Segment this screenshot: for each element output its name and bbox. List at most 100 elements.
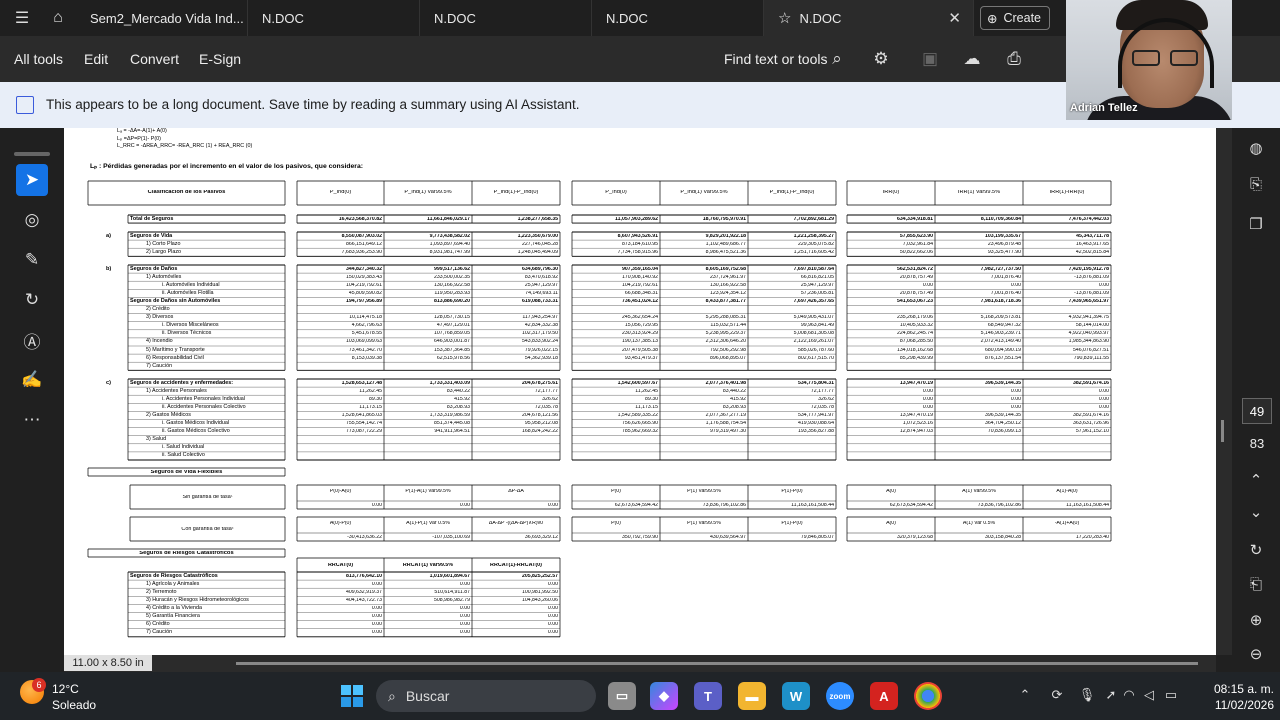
file-explorer-icon[interactable]: ▬ — [738, 682, 766, 710]
windows-start-icon[interactable] — [338, 682, 366, 710]
row-value: 119,950,283.93 — [434, 290, 470, 296]
con-garantia-header: P(1)-P(0) — [781, 521, 803, 526]
row-value: 42,834,332.38 — [524, 323, 558, 329]
row-value: 382,591,674.16 — [1072, 380, 1109, 386]
tab-document-active[interactable]: ☆ N.DOC ✕ — [764, 0, 974, 36]
pages-icon[interactable]: ❐ — [1244, 212, 1268, 236]
column-header: IRR(1) Var99.5% — [957, 190, 1001, 195]
cat-row-label: 3) Huracán y Riesgos Hidrometeorológicos — [146, 596, 249, 603]
row-value: 0.00 — [922, 282, 933, 288]
star-icon[interactable]: ☆ — [778, 9, 791, 27]
bookmark-icon[interactable]: ⎘ — [1244, 172, 1268, 196]
more-tools-icon[interactable]: ⋯ — [16, 404, 48, 436]
row-value: 245,362,654.24 — [621, 315, 658, 321]
search-icon[interactable]: ⌕ — [826, 48, 848, 70]
hamburger-menu-icon[interactable]: ☰ — [12, 8, 32, 28]
rail-handle[interactable] — [14, 152, 50, 156]
zoom-out-icon[interactable]: ⊖ — [1244, 642, 1268, 666]
wifi-icon[interactable]: ◠ — [1120, 686, 1138, 704]
task-view-icon[interactable]: ▭ — [608, 682, 636, 710]
horizontal-scroll-thumb[interactable] — [236, 662, 1198, 665]
sin-garantia-value: 0.00 — [371, 502, 382, 508]
print-icon[interactable]: ⎙ — [1003, 48, 1025, 70]
save-copy-icon[interactable]: ⎗ — [1244, 572, 1268, 596]
row-value: 10,405,933.32 — [899, 323, 933, 329]
sin-garantia-header: ΔP-ΔA — [508, 489, 524, 494]
sync-icon[interactable]: ⟳ — [1048, 686, 1066, 704]
tab-label: N.DOC — [262, 10, 304, 26]
chrome-icon[interactable] — [914, 682, 942, 710]
battery-icon[interactable]: ▭ — [1162, 686, 1180, 704]
highlight-pen-icon[interactable]: ✎ — [16, 244, 48, 276]
edit-menu[interactable]: Edit — [84, 51, 108, 67]
select-cursor-icon[interactable]: ➤ — [16, 164, 48, 196]
tab-document[interactable]: N.DOC — [420, 0, 592, 36]
document-content: Lₐ = -ΔA=-A(1)+ A(0) Lₚ =ΔP=P(1)- P(0) L_R… — [64, 128, 1216, 655]
show-hidden-icons-icon[interactable]: ⌃ — [1016, 686, 1034, 704]
cat-row-value: 508,986,982.79 — [433, 597, 470, 603]
tab-document[interactable]: Sem2_Mercado Vida Ind... — [76, 0, 248, 36]
row-value: 104,219,792.61 — [345, 282, 382, 288]
microphone-icon[interactable]: 🎙 — [1078, 686, 1096, 704]
con-garantia-header: A(0) — [886, 521, 896, 526]
con-garantia-value: 350,792,759.90 — [621, 534, 658, 540]
text-select-icon[interactable]: Ⓐ — [16, 324, 48, 356]
sin-garantia-header: P(1)-A(1) Var99.5% — [405, 489, 451, 494]
sin-garantia-value: 73,836,796,102.86 — [977, 502, 1021, 508]
row-value: 93,451,479.37 — [624, 355, 658, 361]
zoom-in-icon[interactable]: ⊕ — [1244, 608, 1268, 632]
copilot-icon[interactable]: ◆ — [650, 682, 678, 710]
row-value: 5,008,681,305.08 — [793, 331, 834, 337]
row-value: 999,517,136.62 — [433, 266, 470, 272]
row-label: 1) Accidentes Personales — [146, 387, 207, 394]
row-label: ii. Diversos Técnicos — [162, 330, 212, 337]
row-value: 1,223,350,679.00 — [517, 233, 558, 239]
close-tab-icon[interactable]: ✕ — [948, 9, 961, 27]
weather-temp: 12°C — [52, 682, 79, 696]
row-value: 1,528,641,865.03 — [341, 412, 382, 418]
vertical-scroll-thumb[interactable] — [1221, 420, 1224, 442]
row-value: 66,816,821.05 — [800, 274, 834, 280]
teams-icon[interactable]: T — [694, 682, 722, 710]
row-value: 102,317,179.50 — [521, 331, 558, 337]
location-icon[interactable]: ➚ — [1102, 686, 1120, 704]
upload-cloud-icon[interactable]: ☁ — [961, 48, 983, 70]
all-tools-menu[interactable]: All tools — [14, 51, 63, 67]
acrobat-icon[interactable]: A — [870, 682, 898, 710]
draw-freehand-icon[interactable]: ↻ — [16, 284, 48, 316]
esign-menu[interactable]: E-Sign — [199, 51, 241, 67]
row-value: 72,035.78 — [810, 404, 834, 410]
sign-icon[interactable]: ✍ — [16, 364, 48, 396]
row-value: 1,176,588,754.54 — [705, 421, 746, 426]
find-text-or-tools[interactable]: Find text or tools — [724, 51, 828, 67]
tab-document[interactable]: N.DOC — [592, 0, 764, 36]
con-garantia-value: 430,639,564.97 — [709, 534, 746, 540]
zoom-app-icon[interactable]: zoom — [826, 682, 854, 710]
chevron-down-icon[interactable]: ⌄ — [1244, 500, 1268, 524]
vertical-scrollbar[interactable] — [1216, 128, 1232, 655]
ai-assistant-icon[interactable]: ⚙ — [870, 48, 892, 70]
tab-document[interactable]: N.DOC — [248, 0, 420, 36]
row-value: 85,298,439.99 — [899, 355, 933, 361]
convert-menu[interactable]: Convert — [130, 51, 179, 67]
comment-icon[interactable]: ◎ — [16, 204, 48, 236]
column-header: IRR(1)-IRR(0) — [1049, 190, 1085, 195]
row-label: 2) Crédito — [146, 306, 170, 312]
system-clock[interactable]: 08:15 a. m. 11/02/2026 — [1200, 681, 1274, 713]
pdf-page[interactable]: Lₐ = -ΔA=-A(1)+ A(0) Lₚ =ΔP=P(1)- P(0) L_R… — [64, 128, 1216, 655]
save-icon[interactable]: ▣ — [919, 48, 941, 70]
chevron-up-icon[interactable]: ⌃ — [1244, 468, 1268, 492]
weather-widget[interactable]: 12°C Soleado — [52, 681, 96, 713]
row-value: 5,295,288,085.31 — [705, 315, 746, 321]
refresh-icon[interactable]: ↻ — [1244, 538, 1268, 562]
home-icon[interactable]: ⌂ — [48, 8, 68, 28]
row-value: 396,539,144.35 — [984, 380, 1021, 386]
row-value: 785,962,669.32 — [621, 429, 658, 435]
create-button[interactable]: ⊕ Create — [980, 6, 1050, 30]
page-number-input[interactable]: 49 — [1242, 398, 1272, 424]
whiteboard-icon[interactable]: W — [782, 682, 810, 710]
ai-chat-icon[interactable]: ◍ — [1244, 136, 1268, 160]
row-value: 7,734,758,915.96 — [617, 249, 658, 255]
volume-icon[interactable]: ◁ — [1140, 686, 1158, 704]
taskbar-search[interactable]: ⌕ Buscar — [376, 680, 596, 712]
